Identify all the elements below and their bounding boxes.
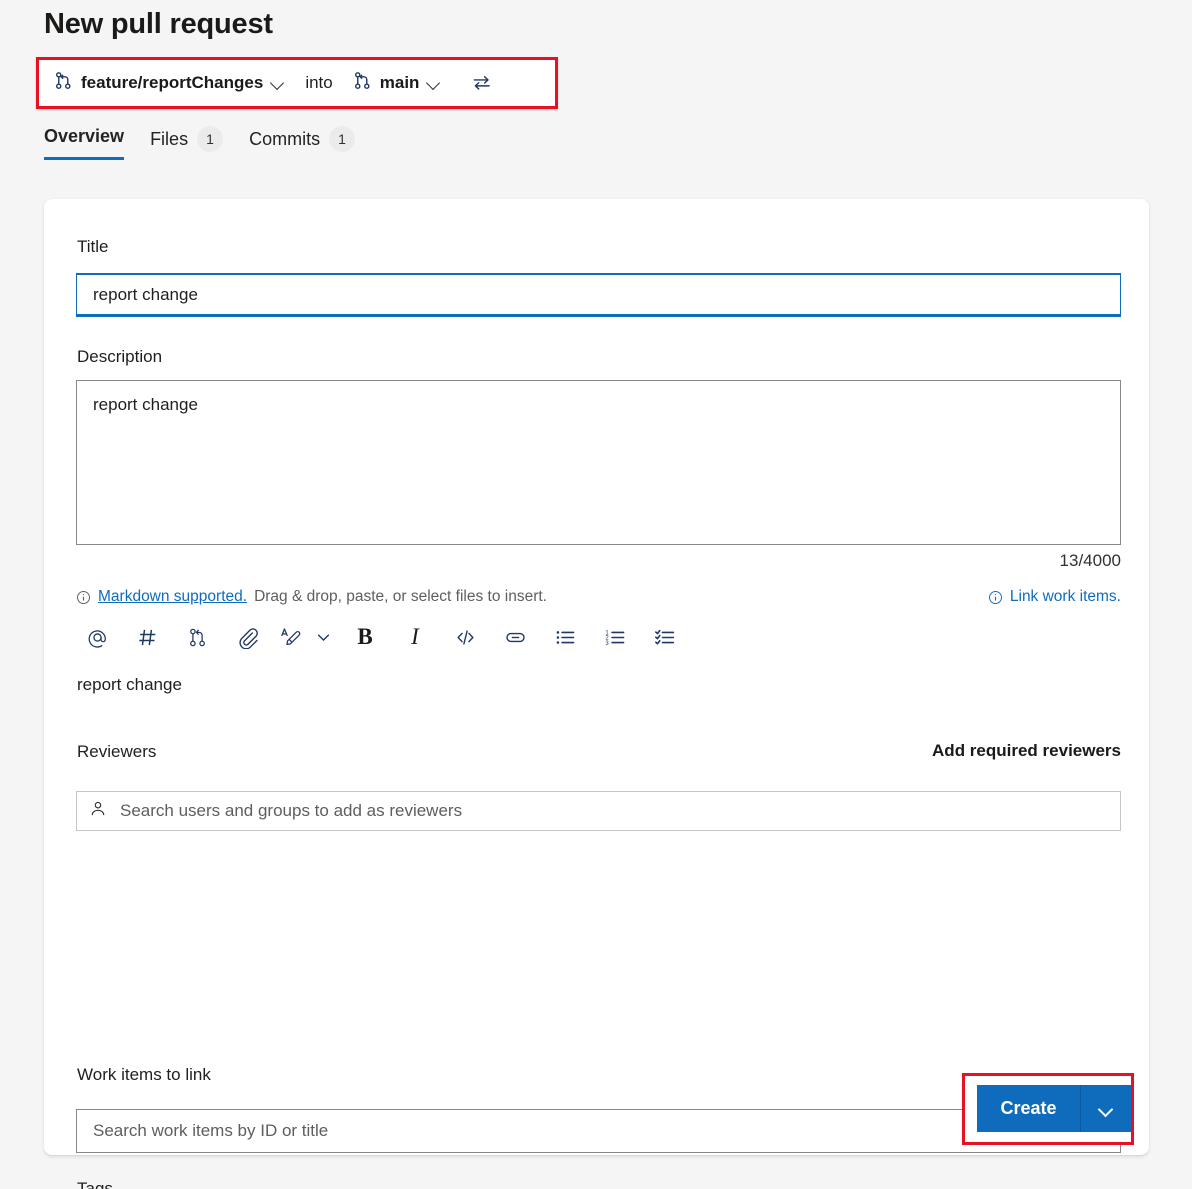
create-options-dropdown[interactable] (1081, 1085, 1131, 1132)
target-branch-dropdown[interactable]: main (349, 66, 446, 100)
person-icon (89, 800, 107, 823)
chevron-down-icon (427, 76, 441, 90)
character-counter: 13/4000 (1060, 551, 1121, 571)
info-icon (988, 590, 1003, 605)
create-pull-request-split-button[interactable]: Create (977, 1085, 1131, 1132)
work-item-hash-icon[interactable] (122, 617, 172, 657)
svg-text:3: 3 (605, 640, 609, 646)
info-icon (76, 590, 91, 605)
mention-icon[interactable] (72, 617, 122, 657)
add-required-reviewers-button[interactable]: Add required reviewers (932, 741, 1121, 761)
reviewers-search-field[interactable]: Search users and groups to add as review… (76, 791, 1121, 831)
description-field-label: Description (77, 347, 162, 367)
tab-files-label: Files (150, 129, 188, 150)
create-button[interactable]: Create (977, 1085, 1081, 1132)
attachment-paperclip-icon[interactable] (222, 617, 272, 657)
link-work-items-link[interactable]: Link work items. (988, 588, 1121, 606)
code-icon[interactable] (440, 617, 490, 657)
bulleted-list-icon[interactable] (540, 617, 590, 657)
target-branch-name: main (380, 73, 420, 93)
title-input[interactable] (76, 273, 1121, 317)
into-label: into (305, 73, 332, 93)
new-pull-request-page: New pull request feature/reportChanges i… (0, 0, 1192, 1189)
tab-files-badge: 1 (197, 126, 223, 152)
checklist-icon[interactable] (640, 617, 690, 657)
reviewers-label: Reviewers (77, 742, 156, 762)
markdown-helper-text: Markdown supported. Drag & drop, paste, … (76, 588, 547, 606)
numbered-list-icon[interactable]: 1 2 3 (590, 617, 640, 657)
work-items-label: Work items to link (77, 1065, 211, 1085)
source-branch-name: feature/reportChanges (81, 73, 263, 93)
work-items-placeholder-text: Search work items by ID or title (93, 1121, 328, 1141)
tab-overview-label: Overview (44, 126, 124, 147)
swap-arrows-icon[interactable] (471, 72, 493, 94)
title-field-label: Title (77, 237, 109, 257)
pull-request-form-card: Title Description report change 13/4000 … (44, 199, 1149, 1155)
pull-request-branch-icon[interactable] (172, 617, 222, 657)
tab-commits-label: Commits (249, 129, 320, 150)
description-textarea[interactable]: report change (76, 380, 1121, 545)
tab-overview[interactable]: Overview (44, 126, 124, 160)
tab-files[interactable]: Files 1 (150, 126, 223, 165)
tab-commits[interactable]: Commits 1 (249, 126, 355, 165)
reviewers-placeholder-text: Search users and groups to add as review… (120, 801, 462, 821)
tags-label: Tags (77, 1179, 113, 1189)
tab-commits-badge: 1 (329, 126, 355, 152)
markdown-hint-text: Drag & drop, paste, or select files to i… (254, 588, 547, 606)
link-work-items-label: Link work items. (1010, 588, 1121, 606)
page-title: New pull request (44, 8, 273, 41)
git-branch-icon (353, 71, 372, 95)
pull-request-tabs: Overview Files 1 Commits 1 (44, 126, 355, 165)
highlight-pen-icon[interactable] (272, 617, 306, 657)
source-branch-dropdown[interactable]: feature/reportChanges (50, 66, 289, 100)
description-preview-text: report change (77, 675, 182, 695)
bold-icon[interactable]: B (340, 617, 390, 657)
markdown-supported-link[interactable]: Markdown supported. (98, 588, 247, 606)
chevron-down-icon (271, 76, 285, 90)
git-branch-icon (54, 71, 73, 95)
italic-icon[interactable]: I (390, 617, 440, 657)
link-icon[interactable] (490, 617, 540, 657)
markdown-toolbar: B I (72, 617, 690, 657)
chevron-down-icon (1099, 1102, 1113, 1116)
branch-selector: feature/reportChanges into main (36, 57, 616, 109)
chevron-down-icon[interactable] (306, 617, 340, 657)
